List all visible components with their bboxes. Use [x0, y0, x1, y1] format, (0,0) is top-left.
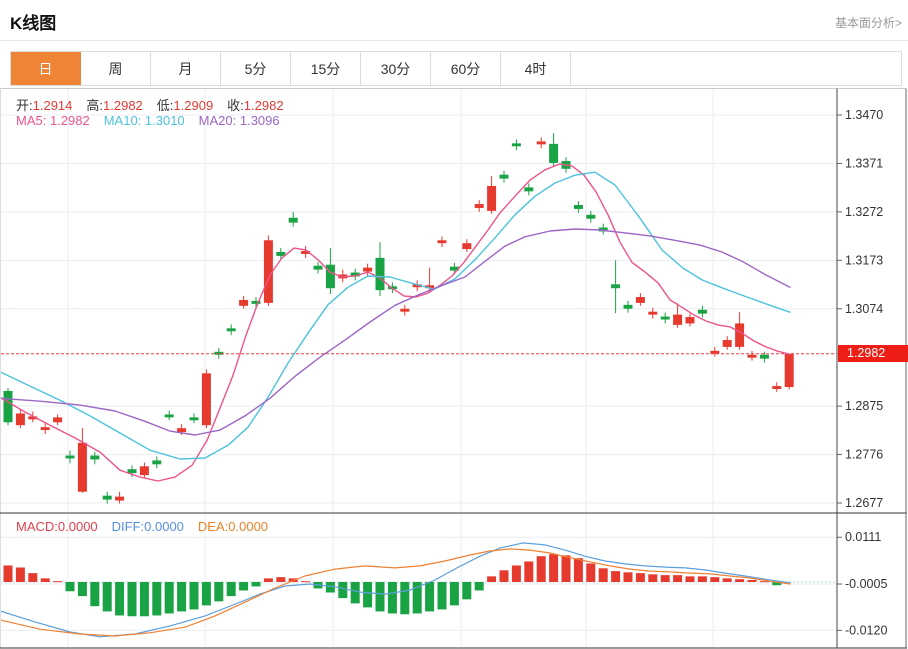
ohlc-high: 高:1.2982: [86, 98, 142, 113]
macd-legend-macd: MACD:0.0000: [16, 519, 98, 534]
ma-legend-ma20: MA20: 1.3096: [199, 113, 280, 128]
svg-text:1.3074: 1.3074: [845, 302, 883, 316]
svg-text:1.2875: 1.2875: [845, 399, 883, 413]
current-price-badge: 1.2982: [838, 345, 908, 362]
svg-text:1.2776: 1.2776: [845, 448, 883, 462]
ma-legend-ma10: MA10: 1.3010: [104, 113, 185, 128]
macd-legend: MACD:0.0000 DIFF:0.0000 DEA:0.0000: [16, 519, 282, 534]
svg-text:1.3173: 1.3173: [845, 253, 883, 267]
macd-legend-dea: DEA:0.0000: [198, 519, 268, 534]
svg-text:0.0111: 0.0111: [845, 530, 881, 544]
kline-widget: K线图 基本面分析> 日周月5分15分30分60分4时 1.34701.3371…: [0, 0, 908, 649]
svg-text:-0.0120: -0.0120: [845, 623, 887, 637]
ohlc-low: 低:1.2909: [157, 98, 213, 113]
svg-text:1.3371: 1.3371: [845, 156, 883, 170]
ma-legend: MA5: 1.2982 MA10: 1.3010 MA20: 1.3096: [16, 113, 294, 128]
ohlc-close: 收:1.2982: [227, 98, 283, 113]
svg-text:-0.0005: -0.0005: [845, 577, 887, 591]
ma-legend-ma5: MA5: 1.2982: [16, 113, 90, 128]
svg-text:1.2677: 1.2677: [845, 496, 883, 510]
ohlc-legend: 开:1.2914 高:1.2982 低:1.2909 收:1.2982: [16, 95, 298, 114]
ohlc-open: 开:1.2914: [16, 98, 72, 113]
macd-legend-diff: DIFF:0.0000: [112, 519, 184, 534]
svg-text:1.3470: 1.3470: [845, 108, 883, 122]
svg-text:1.3272: 1.3272: [845, 205, 883, 219]
